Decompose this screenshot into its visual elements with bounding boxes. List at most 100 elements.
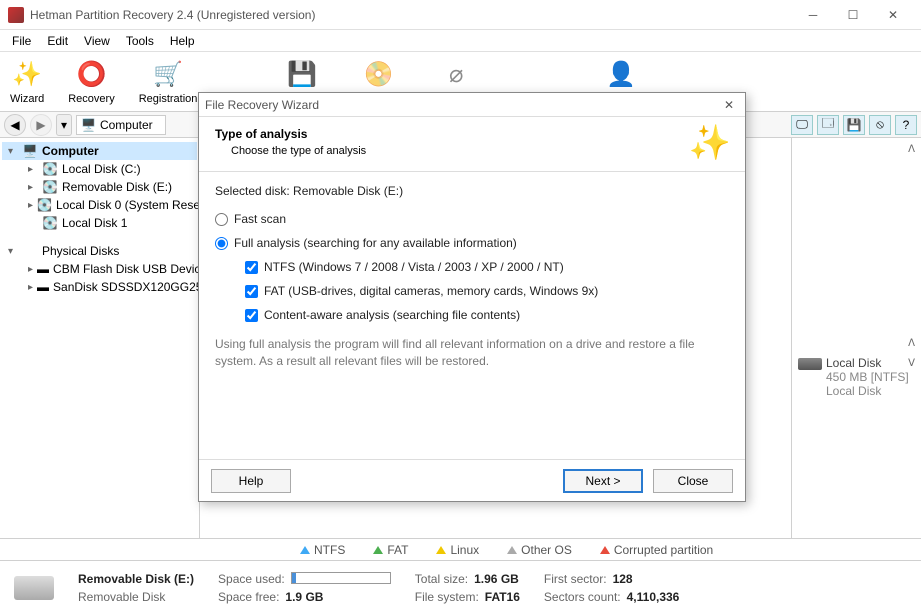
tree-local-0[interactable]: ▸ 💽 Local Disk 0 (System Reserved) xyxy=(22,196,197,214)
tree-computer[interactable]: ▾ 🖥️ Computer xyxy=(2,142,197,160)
address-field[interactable]: 🖥️ Computer xyxy=(76,115,166,135)
menu-help[interactable]: Help xyxy=(162,32,203,50)
chevron-down-icon: ▾ xyxy=(8,246,18,257)
recovery-button[interactable]: ⭕ Recovery xyxy=(64,57,118,107)
stop-icon[interactable]: ⦸ xyxy=(869,115,891,135)
ntfs-input[interactable] xyxy=(245,261,258,274)
fat-checkbox[interactable]: FAT (USB-drives, digital cameras, memory… xyxy=(245,284,729,298)
mount-disk-icon: 📀 xyxy=(362,59,394,91)
wizard-button[interactable]: ✨ Wizard xyxy=(6,57,48,107)
close-window-button[interactable]: ✕ xyxy=(873,0,913,30)
next-button[interactable]: Next > xyxy=(563,469,643,493)
tree-local-c[interactable]: ▸ 💽 Local Disk (C:) xyxy=(22,160,197,178)
wizard-label: Wizard xyxy=(10,93,44,105)
file-recovery-wizard-dialog: File Recovery Wizard ✕ Type of analysis … xyxy=(198,92,746,502)
registration-label: Registration xyxy=(139,93,198,105)
wizard-title: File Recovery Wizard xyxy=(205,98,319,112)
chevron-right-icon: ▸ xyxy=(28,200,33,211)
selected-disk-label: Selected disk: Removable Disk (E:) xyxy=(215,184,729,198)
disk-sub: Local Disk xyxy=(798,384,915,398)
first-sector: 128 xyxy=(613,572,633,586)
wizard-titlebar: File Recovery Wizard ✕ xyxy=(199,93,745,117)
save-disk-icon: 💾 xyxy=(286,59,318,91)
legend-fat: FAT xyxy=(373,543,408,557)
collapse-icon-2[interactable]: ᐱ xyxy=(908,338,915,349)
close-button[interactable]: Close xyxy=(653,469,733,493)
chevron-right-icon: ▸ xyxy=(28,182,38,193)
first-sector-label: First sector: xyxy=(544,572,607,586)
status-bar: Removable Disk (E:) Removable Disk Space… xyxy=(0,560,921,614)
wand-icon: ✨ xyxy=(11,59,43,91)
space-used-bar xyxy=(291,572,391,584)
fast-scan-radio[interactable]: Fast scan xyxy=(215,212,729,226)
community-icon: 👤 xyxy=(605,59,637,91)
tree-physical[interactable]: ▾ Physical Disks xyxy=(2,242,197,260)
menu-file[interactable]: File xyxy=(4,32,39,50)
full-analysis-radio[interactable]: Full analysis (searching for any availab… xyxy=(215,236,729,250)
tree-cbm[interactable]: ▸ ▬ CBM Flash Disk USB Device xyxy=(22,260,197,278)
drive-icon: 💽 xyxy=(42,216,58,230)
lifebuoy-icon: ⭕ xyxy=(75,59,107,91)
disk-icon: ▬ xyxy=(37,280,49,294)
wizard-subheading: Choose the type of analysis xyxy=(215,145,729,157)
wand-icon: ✨ xyxy=(689,123,731,163)
view-icon-1[interactable]: 🖵 xyxy=(791,115,813,135)
status-name: Removable Disk (E:) xyxy=(78,572,194,586)
nav-dropdown-button[interactable]: ▾ xyxy=(56,114,72,136)
total-label: Total size: xyxy=(415,572,468,586)
sectors-count: 4,110,336 xyxy=(627,590,680,604)
space-free-label: Space free: xyxy=(218,590,279,604)
content-aware-checkbox[interactable]: Content-aware analysis (searching file c… xyxy=(245,308,729,322)
legend-linux: Linux xyxy=(436,543,479,557)
disk-label: Local Disk xyxy=(826,356,881,370)
address-text: Computer xyxy=(100,118,153,132)
maximize-button[interactable]: ☐ xyxy=(833,0,873,30)
tree-panel: ▾ 🖥️ Computer ▸ 💽 Local Disk (C:) ▸ 💽 Re… xyxy=(0,138,200,538)
wizard-close-icon[interactable]: ✕ xyxy=(719,98,739,112)
save-icon[interactable]: 💾 xyxy=(843,115,865,135)
total-size: 1.96 GB xyxy=(474,572,519,586)
disk-size: 450 MB [NTFS] xyxy=(798,370,915,384)
tree-sandisk[interactable]: ▸ ▬ SanDisk SDSSDX120GG25 xyxy=(22,278,197,296)
recovery-label: Recovery xyxy=(68,93,114,105)
ntfs-checkbox[interactable]: NTFS (Windows 7 / 2008 / Vista / 2003 / … xyxy=(245,260,729,274)
fast-scan-input[interactable] xyxy=(215,213,228,226)
wizard-body: Selected disk: Removable Disk (E:) Fast … xyxy=(199,172,745,382)
view-icon-2[interactable]: 🗔 xyxy=(817,115,839,135)
right-panel: ᐱ ᐱ ᐯ Local Disk 450 MB [NTFS] Local Dis… xyxy=(791,138,921,538)
tree-removable-e-label: Removable Disk (E:) xyxy=(62,180,172,194)
collapse-icon[interactable]: ᐱ xyxy=(908,144,915,155)
nav-back-button[interactable]: ◀ xyxy=(4,114,26,136)
help-icon[interactable]: ? xyxy=(895,115,917,135)
space-used-label: Space used: xyxy=(218,572,285,586)
fat-input[interactable] xyxy=(245,285,258,298)
menu-edit[interactable]: Edit xyxy=(39,32,76,50)
tree-local-1-label: Local Disk 1 xyxy=(62,216,127,230)
menu-bar: File Edit View Tools Help xyxy=(0,30,921,52)
tree-local-1[interactable]: 💽 Local Disk 1 xyxy=(22,214,197,232)
title-bar: Hetman Partition Recovery 2.4 (Unregiste… xyxy=(0,0,921,30)
content-input[interactable] xyxy=(245,309,258,322)
legend: NTFS FAT Linux Other OS Corrupted partit… xyxy=(0,538,921,560)
menu-view[interactable]: View xyxy=(76,32,118,50)
help-button[interactable]: Help xyxy=(211,469,291,493)
tree-removable-e[interactable]: ▸ 💽 Removable Disk (E:) xyxy=(22,178,197,196)
drive-icon: 💽 xyxy=(42,180,58,194)
fs-label: File system: xyxy=(415,590,479,604)
full-analysis-input[interactable] xyxy=(215,237,228,250)
registration-button[interactable]: 🛒 Registration xyxy=(135,57,202,107)
wizard-footer: Help Next > Close xyxy=(199,459,745,501)
minimize-button[interactable]: ─ xyxy=(793,0,833,30)
legend-ntfs: NTFS xyxy=(300,543,345,557)
chevron-right-icon: ▸ xyxy=(28,264,33,275)
file-system: FAT16 xyxy=(485,590,520,604)
nav-forward-button[interactable]: ▶ xyxy=(30,114,52,136)
tree-local-c-label: Local Disk (C:) xyxy=(62,162,141,176)
menu-tools[interactable]: Tools xyxy=(118,32,162,50)
wizard-header: Type of analysis Choose the type of anal… xyxy=(199,117,745,172)
drive-icon: 💽 xyxy=(37,198,52,212)
legend-other: Other OS xyxy=(507,543,572,557)
full-analysis-label: Full analysis (searching for any availab… xyxy=(234,236,517,250)
wizard-hint: Using full analysis the program will fin… xyxy=(215,336,729,370)
tree-computer-label: Computer xyxy=(42,144,99,158)
